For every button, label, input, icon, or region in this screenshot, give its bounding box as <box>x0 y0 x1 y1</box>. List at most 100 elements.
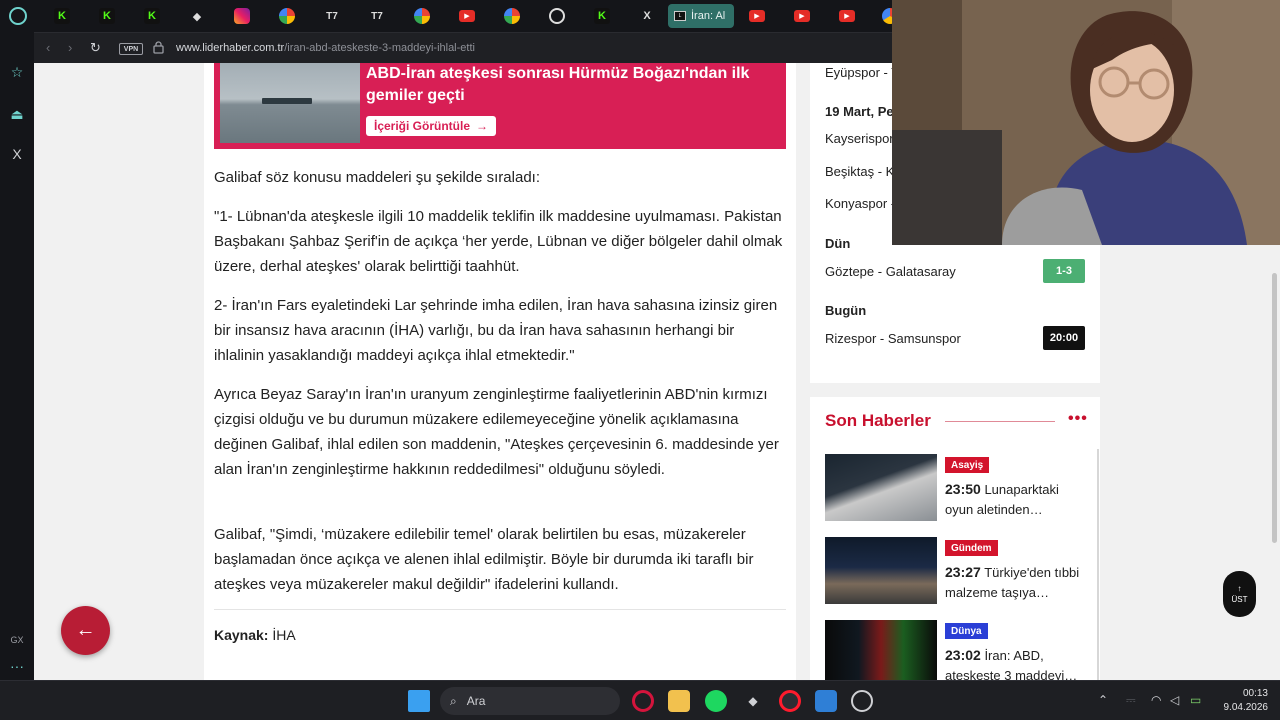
chevron-up-icon[interactable]: ⌃ <box>1098 693 1108 707</box>
opera-taskbar-icon[interactable] <box>779 690 801 712</box>
article-divider <box>214 609 786 610</box>
news-category-badge[interactable]: Asayiş <box>945 457 990 473</box>
related-banner[interactable]: ABD-İran ateşkesi sonrası Hürmüz Boğazı'… <box>214 63 786 149</box>
taskbar-search[interactable]: ⌕ Ara <box>440 687 620 715</box>
app-cube-icon[interactable] <box>815 690 837 712</box>
news-time: 23:50 <box>945 481 981 497</box>
article-paragraph: Galibaf söz konusu maddeleri şu şekilde … <box>214 169 541 186</box>
news-thumbnail <box>825 454 937 521</box>
article-paragraph: Ayrıca Beyaz Saray'ın İran'ın uranyum ze… <box>214 386 779 478</box>
app-steam-icon[interactable] <box>851 690 873 712</box>
volume-icon[interactable]: ◁ <box>1170 693 1179 707</box>
tab-active-liderhaber[interactable]: L İran: Al <box>668 4 734 28</box>
vpn-badge[interactable]: VPN <box>119 43 143 55</box>
view-content-button[interactable]: İçeriği Görüntüle → <box>366 116 497 136</box>
article-paragraph: 2- İran'ın Fars eyaletindeki Lar şehrind… <box>214 297 778 364</box>
active-tab-label: İran: Al <box>691 10 726 22</box>
webcam-overlay <box>892 0 1280 245</box>
news-item[interactable]: Asayiş 23:50 Lunaparktaki oyun aletinden… <box>825 454 1085 522</box>
forward-nav-icon[interactable]: › <box>68 40 72 55</box>
battery-icon[interactable]: ▭ <box>1190 693 1201 707</box>
fixture-match[interactable]: Göztepe - Galatasaray <box>825 264 956 279</box>
windows-start-icon[interactable] <box>408 690 430 712</box>
x-twitter-icon[interactable]: X <box>9 146 25 162</box>
fixture-match[interactable]: Rizespor - Samsunspor <box>825 331 961 346</box>
tab-x-icon[interactable]: X <box>639 8 655 24</box>
news-category-badge[interactable]: Gündem <box>945 540 998 556</box>
spotify-icon[interactable] <box>705 690 727 712</box>
tab-youtube-icon[interactable]: ▶ <box>749 10 765 22</box>
scroll-to-top-button[interactable]: ↑ ÜST <box>1223 571 1256 617</box>
article-source: Kaynak: İHA <box>214 627 296 643</box>
star-icon[interactable]: ☆ <box>9 64 25 80</box>
search-icon: ⌕ <box>450 693 457 708</box>
tab-youtube-icon[interactable]: ▶ <box>794 10 810 22</box>
fixture-match[interactable]: Kayserispor <box>825 131 894 146</box>
news-thumbnail <box>825 620 937 680</box>
webcam-person-image <box>892 0 1280 245</box>
browser-sidebar: ☆ ⏏ X GX ··· <box>0 32 34 680</box>
tab-kick-icon[interactable]: K <box>99 8 115 24</box>
banner-title: ABD-İran ateşkesi sonrası Hürmüz Boğazı'… <box>366 65 750 104</box>
source-value: İHA <box>272 627 296 643</box>
time-badge[interactable]: 20:00 <box>1043 326 1085 350</box>
lab-icon[interactable]: ⏏ <box>9 106 25 122</box>
tab-google-icon[interactable] <box>414 8 430 24</box>
sidebar-more-icon[interactable]: ··· <box>9 658 25 674</box>
fixture-match[interactable]: Konyaspor - <box>825 196 895 211</box>
news-text: 23:02 İran: ABD, ateşkeste 3 maddeyi… <box>945 645 1085 680</box>
clock-date: 9.04.2026 <box>1223 702 1269 713</box>
microphone-icon[interactable]: ⎓ <box>1126 693 1136 708</box>
tab-news-icon[interactable]: T7 <box>369 8 385 24</box>
fixture-match[interactable]: Eyüpspor - T <box>825 65 899 80</box>
article-paragraph: Galibaf, "Şimdi, ‘müzakere edilebilir te… <box>214 526 754 593</box>
news-scroll-rail[interactable] <box>1097 449 1099 680</box>
url-field[interactable]: www.liderhaber.com.tr/iran-abd-ateskeste… <box>176 42 475 54</box>
url-domain: www.liderhaber.com.tr <box>176 42 285 54</box>
go-back-button[interactable]: ← <box>61 606 110 655</box>
news-time: 23:27 <box>945 564 981 580</box>
tab-diamond-icon[interactable]: ◆ <box>189 8 205 24</box>
article-column: ABD-İran ateşkesi sonrası Hürmüz Boğazı'… <box>204 63 796 680</box>
score-badge[interactable]: 1-3 <box>1043 259 1085 283</box>
page-scrollbar-thumb[interactable] <box>1272 273 1277 543</box>
arrow-right-icon: → <box>476 119 489 133</box>
fixture-match[interactable]: Beşiktaş - Ka <box>825 164 902 179</box>
news-item[interactable]: Gündem 23:27 Türkiye'den tıbbi malzeme t… <box>825 537 1085 605</box>
reload-icon[interactable]: ↻ <box>90 40 101 56</box>
tab-instagram-icon[interactable] <box>234 8 250 24</box>
tab-google-icon[interactable] <box>504 8 520 24</box>
tab-google-icon[interactable] <box>279 8 295 24</box>
more-options-icon[interactable]: ••• <box>1068 410 1088 428</box>
tab-youtube-icon[interactable]: ▶ <box>839 10 855 22</box>
news-text: 23:27 Türkiye'den tıbbi malzeme taşıya… <box>945 562 1085 603</box>
address-bar: ‹ › ↻ VPN www.liderhaber.com.tr/iran-abd… <box>34 32 892 63</box>
fixture-day: 19 Mart, Pe <box>825 104 894 119</box>
tab-news-icon[interactable]: T7 <box>324 8 340 24</box>
liderhaber-favicon: L <box>674 11 686 21</box>
tab-kick-icon[interactable]: K <box>144 8 160 24</box>
gx-label[interactable]: GX <box>9 632 25 648</box>
tab-kick-icon[interactable]: K <box>594 8 610 24</box>
opera-gx-taskbar-icon[interactable] <box>632 690 654 712</box>
lock-icon[interactable] <box>153 41 164 54</box>
news-item[interactable]: Dünya 23:02 İran: ABD, ateşkeste 3 madde… <box>825 620 1085 680</box>
source-label: Kaynak: <box>214 627 269 643</box>
taskbar-search-label: Ara <box>466 694 486 708</box>
latest-news-title: Son Haberler <box>825 411 931 430</box>
system-clock[interactable]: 00:13 9.04.2026 <box>1218 687 1269 715</box>
opera-gx-icon[interactable] <box>9 7 27 25</box>
app-diamond-icon[interactable]: ◆ <box>742 690 764 712</box>
file-explorer-icon[interactable] <box>668 690 690 712</box>
ship-shape <box>262 98 312 104</box>
tab-kick-icon[interactable]: K <box>54 8 70 24</box>
news-category-badge[interactable]: Dünya <box>945 623 988 639</box>
banner-image <box>220 63 360 143</box>
tab-whatsapp-icon[interactable] <box>549 8 565 24</box>
wifi-icon[interactable]: ◠ <box>1151 693 1161 707</box>
url-path: /iran-abd-ateskeste-3-maddeyi-ihlal-etti <box>284 42 475 54</box>
clock-time: 00:13 <box>1242 688 1268 699</box>
back-nav-icon[interactable]: ‹ <box>46 40 50 55</box>
latest-news-panel: Son Haberler ••• Asayiş 23:50 Lunaparkta… <box>810 397 1100 680</box>
tab-youtube-icon[interactable]: ▶ <box>459 10 475 22</box>
